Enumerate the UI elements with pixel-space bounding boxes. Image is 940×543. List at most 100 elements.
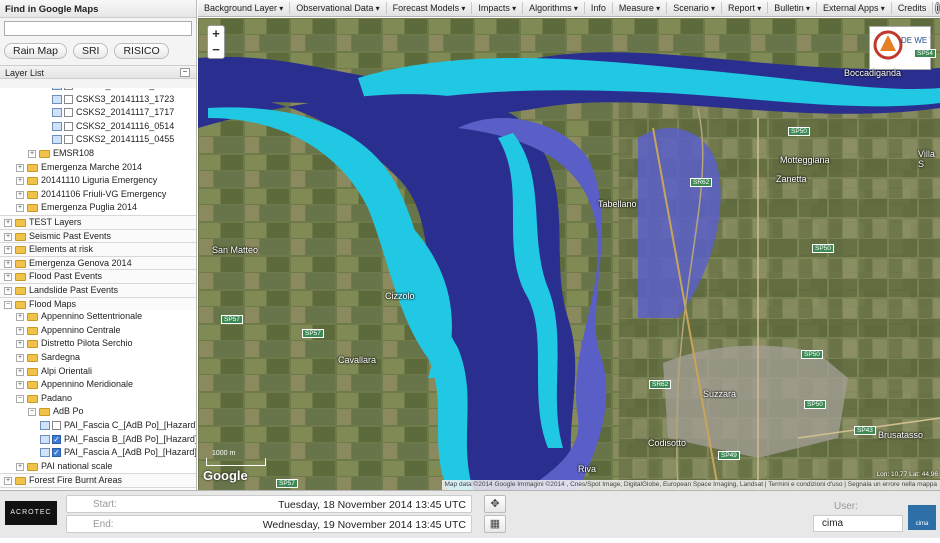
tree-item[interactable]: + Elements at risk — [0, 242, 196, 256]
collapse-button[interactable]: − — [180, 68, 190, 77]
zoom-in-button[interactable]: + — [208, 26, 224, 42]
tree-item-label: PAI_Fascia C_[AdB Po]_[Hazard] — [64, 420, 196, 430]
tree-item[interactable]: CSKS2_20141116_0514 — [0, 120, 196, 134]
tree-item-label: Elements at risk — [29, 244, 94, 255]
tree-item[interactable]: +20141110 Liguria Emergency — [0, 174, 196, 188]
expand-toggle-icon[interactable]: − — [4, 300, 12, 309]
tree-item[interactable]: CSKS2_20141115_0455 — [0, 133, 196, 147]
menu-external-apps[interactable]: External Apps — [817, 2, 892, 14]
tree-item[interactable]: + Appennino Meridionale — [0, 378, 196, 392]
info-icon[interactable]: i — [935, 2, 940, 14]
tree-item[interactable]: + Alpi Orientali — [0, 365, 196, 379]
map-attribution[interactable]: Map data ©2014 Google Immagini ©2014 , C… — [441, 480, 940, 490]
expand-toggle-icon[interactable]: + — [16, 326, 24, 335]
expand-toggle-icon[interactable]: + — [4, 219, 12, 227]
expand-toggle-icon[interactable]: + — [16, 462, 24, 471]
tree-item[interactable]: − Padano — [0, 392, 196, 406]
tree-item[interactable]: + Emergenza Genova 2014 — [0, 255, 196, 270]
folder-icon — [27, 394, 38, 403]
tree-item[interactable]: + Emergenza Marche 2014 — [0, 161, 196, 175]
folder-icon — [27, 367, 38, 376]
expand-toggle-icon[interactable]: + — [4, 287, 12, 295]
tree-item[interactable]: + Seismic Past Events — [0, 228, 196, 243]
expand-toggle-icon[interactable]: + — [4, 259, 12, 268]
menu-info[interactable]: Info — [585, 2, 613, 14]
layer-checkbox[interactable] — [52, 421, 61, 430]
expand-toggle-icon[interactable]: + — [16, 367, 24, 376]
tree-item[interactable]: − AdB Po — [0, 405, 196, 419]
bottom-bar: ACROTEC Start: Tuesday, 18 November 2014… — [0, 490, 940, 538]
expand-toggle-icon[interactable]: + — [16, 190, 24, 199]
menu-report[interactable]: Report — [722, 2, 769, 14]
tree-item[interactable]: + Forest Fire Burnt Areas — [0, 473, 196, 487]
layer-icon — [52, 94, 62, 104]
layer-checkbox[interactable]: ✓ — [52, 448, 61, 458]
expand-toggle-icon[interactable]: + — [16, 204, 24, 213]
menu-algorithms[interactable]: Algorithms — [523, 2, 585, 14]
layer-checkbox[interactable] — [64, 108, 73, 118]
tree-item[interactable]: + Sardegna — [0, 351, 196, 365]
expand-toggle-icon[interactable]: + — [16, 340, 24, 349]
rain-map-button[interactable]: Rain Map — [4, 43, 67, 59]
expand-toggle-icon[interactable]: − — [16, 394, 24, 403]
tree-item[interactable]: CSKS2_20141117_1717 — [0, 106, 196, 120]
road-marker: SR62 — [690, 178, 713, 187]
menu-observational-data[interactable]: Observational Data — [290, 2, 387, 14]
risico-button[interactable]: RISICO — [114, 43, 169, 59]
map-imagery[interactable] — [198, 18, 940, 490]
layer-checkbox[interactable] — [64, 88, 73, 90]
expand-toggle-icon[interactable]: + — [4, 477, 12, 486]
expand-toggle-icon[interactable]: + — [16, 354, 24, 362]
find-input[interactable] — [4, 21, 192, 36]
tree-item[interactable]: − Flood Maps — [0, 296, 196, 311]
tree-item[interactable]: PAI_Fascia C_[AdB Po]_[Hazard] — [0, 419, 196, 433]
expand-toggle-icon[interactable]: + — [16, 313, 24, 322]
expand-toggle-icon[interactable]: + — [16, 381, 24, 390]
tree-item[interactable]: + Appennino Centrale — [0, 324, 196, 338]
folder-icon — [27, 381, 38, 390]
menu-bulletin[interactable]: Bulletin — [768, 2, 818, 14]
menu-measure[interactable]: Measure — [613, 2, 668, 14]
menu-background-layer[interactable]: Background Layer — [198, 2, 291, 14]
end-time-field[interactable]: End: Wednesday, 19 November 2014 13:45 U… — [66, 515, 472, 533]
tree-item[interactable]: + Appennino Settentrionale — [0, 310, 196, 324]
tree-item[interactable]: + Landslide Past Events — [0, 283, 196, 297]
sri-button[interactable]: SRI — [72, 43, 109, 59]
tree-item[interactable]: + Emergenza Puglia 2014 — [0, 201, 196, 215]
tree-item[interactable]: + PAI national scale — [0, 460, 196, 474]
layer-icon — [52, 88, 62, 90]
tree-item[interactable]: + TEST Layers — [0, 215, 196, 229]
menu-scenario[interactable]: Scenario — [667, 2, 722, 14]
layer-checkbox[interactable]: ✓ — [52, 434, 61, 444]
zoom-out-button[interactable]: − — [208, 42, 224, 58]
tree-item[interactable]: + Distretto Pilota Serchio — [0, 337, 196, 351]
folder-icon — [15, 273, 26, 282]
folder-icon — [15, 300, 26, 309]
tree-item-label: CSKS3_20141116_0455 — [76, 88, 174, 92]
expand-toggle-icon[interactable]: + — [16, 163, 24, 172]
tree-item[interactable]: +20141106 Friuli-VG Emergency — [0, 188, 196, 202]
menu-credits[interactable]: Credits — [892, 2, 934, 14]
expand-toggle-icon[interactable]: + — [28, 150, 36, 158]
tree-item[interactable]: + Flood Past Events — [0, 269, 196, 283]
expand-toggle-icon[interactable]: + — [4, 273, 12, 282]
tree-item[interactable]: + EMSR108 — [0, 147, 196, 161]
menu-forecast-models[interactable]: Forecast Models — [387, 2, 473, 14]
expand-toggle-icon[interactable]: − — [28, 408, 36, 417]
expand-toggle-icon[interactable]: + — [4, 246, 12, 255]
menu-impacts[interactable]: Impacts — [472, 2, 524, 14]
start-time-field[interactable]: Start: Tuesday, 18 November 2014 13:45 U… — [66, 495, 472, 513]
map-view[interactable]: + − DE WE TREE Boccadiganda Motteggiana … — [198, 18, 940, 490]
tree-item[interactable]: ✓ PAI_Fascia A_[AdB Po]_[Hazard] — [0, 446, 196, 460]
layer-checkbox[interactable] — [64, 135, 73, 145]
user-field[interactable]: cima — [813, 515, 903, 532]
tree-item[interactable]: CSKS3_20141113_1723 — [0, 93, 196, 107]
expand-toggle-icon[interactable]: + — [4, 232, 12, 241]
expand-toggle-icon[interactable]: + — [16, 177, 24, 186]
calendar-icon[interactable]: ▦ — [484, 515, 506, 533]
layer-checkbox[interactable] — [64, 94, 73, 104]
time-step-icon[interactable]: ✥ — [484, 495, 506, 513]
tree-item[interactable]: ✓ PAI_Fascia B_[AdB Po]_[Hazard] — [0, 433, 196, 447]
layer-checkbox[interactable] — [64, 121, 73, 131]
folder-icon — [27, 204, 38, 213]
